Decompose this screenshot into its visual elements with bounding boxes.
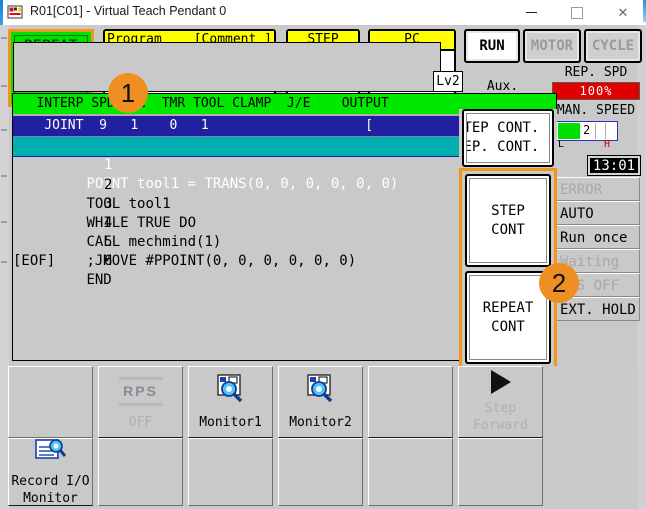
toolbar-cell-empty-3[interactable] (188, 438, 273, 506)
status-button-run-label: RUN (468, 33, 516, 59)
rep-speed-value: 100% (552, 82, 640, 100)
aux-label: Aux. (486, 78, 519, 94)
play-triangle-icon (490, 370, 511, 394)
status-item-error[interactable]: ERROR (556, 177, 640, 201)
toolbar-button-rps-off[interactable]: RPS OFF (98, 366, 183, 438)
title-bar: R01[C01] - Virtual Teach Pendant 0 ✕ (0, 0, 646, 26)
repeat-cont-button[interactable]: REPEAT CONT (465, 271, 551, 364)
rps-off-icon: RPS (118, 374, 163, 409)
toolbar-cell-empty-4[interactable] (278, 438, 363, 506)
toolbar-column-2: RPS OFF (98, 366, 183, 506)
annotation-badge-2: 2 (539, 263, 579, 303)
man-speed-fill (558, 123, 580, 139)
gauge-high-label: H (604, 139, 611, 150)
rps-icon-label: RPS (123, 382, 158, 399)
toolbar-cell-empty-5a[interactable] (368, 366, 453, 438)
rep-speed-label: REP. SPD (564, 65, 628, 80)
step-cont-button[interactable]: STEP CONT (465, 174, 551, 267)
cont-mode-header-line2: REP. CONT. (467, 139, 540, 155)
code-line-text: ;JMOVE #PPOINT(0, 0, 0, 0, 0, 0) (86, 253, 357, 269)
toolbar-label-rps-state: OFF (128, 414, 153, 430)
cont-mode-header-line1: STEP CONT. (467, 120, 540, 136)
close-button[interactable]: ✕ (600, 0, 646, 25)
toolbar-column-1: Record I/O Monitor (8, 366, 93, 506)
continuous-mode-popup: STEP CONT. REP. CONT. STEP CONT REPEAT C… (459, 109, 557, 371)
message-area (13, 42, 441, 92)
man-speed-label: MAN. SPEED (556, 103, 636, 118)
annotation-badge-1: 1 (108, 73, 148, 113)
toolbar-label-monitor1: Monitor1 (199, 414, 262, 430)
gauge-low-label: L (558, 139, 565, 150)
close-icon: ✕ (617, 4, 629, 20)
toolbar-label-line2: Monitor (23, 491, 78, 506)
toolbar-label-step: Step (484, 401, 517, 416)
toolbar-cell-empty-2[interactable] (98, 438, 183, 506)
window-title: R01[C01] - Virtual Teach Pendant 0 (30, 4, 227, 18)
toolbar-column-4: Monitor2 (278, 366, 363, 506)
window-magnifier-icon (304, 373, 338, 409)
status-button-cycle-label: CYCLE (588, 33, 638, 59)
document-magnifier-icon (34, 437, 68, 468)
cont-mode-header-button[interactable]: STEP CONT. REP. CONT. (462, 109, 554, 167)
toolbar-label-forward: Forward (473, 418, 528, 433)
minimize-icon (525, 11, 537, 14)
toolbar-cell-empty-6[interactable] (458, 438, 543, 506)
toolbar-cell-empty-1[interactable] (8, 366, 93, 438)
code-line-number: 6 (104, 253, 113, 269)
code-line-number: 1 (104, 157, 113, 173)
bottom-toolbar: Record I/O Monitor RPS OFF Monitor1 Moni… (8, 366, 638, 506)
step-cont-label-line2: CONT (491, 221, 525, 238)
code-line-text: POINT tool1 = TRANS(0, 0, 0, 0, 0, 0) (86, 176, 399, 192)
status-button-motor[interactable]: MOTOR (523, 29, 581, 63)
toolbar-button-record-io-monitor[interactable]: Record I/O Monitor (8, 438, 93, 506)
toolbar-label-line1: Record I/O (11, 474, 90, 489)
app-window: R01[C01] - Virtual Teach Pendant 0 ✕ REP… (0, 0, 646, 509)
window-magnifier-icon (214, 373, 248, 409)
maximize-icon (571, 6, 583, 19)
status-button-run[interactable]: RUN (464, 29, 520, 63)
toolbar-button-monitor1[interactable]: Monitor1 (188, 366, 273, 438)
teach-pendant-panel: REPEAT Program [Comment ] main [ (0, 25, 646, 509)
code-line-number: 3 (104, 196, 113, 212)
status-item-auto[interactable]: AUTO (556, 201, 640, 225)
code-line-number: 4 (104, 215, 113, 231)
toolbar-column-5 (368, 366, 453, 506)
code-line-number: 5 (104, 234, 113, 250)
status-button-cycle[interactable]: CYCLE (584, 29, 642, 63)
code-line-number: 2 (104, 177, 113, 193)
status-item-ext-hold[interactable]: EXT. HOLD (556, 297, 640, 321)
status-button-motor-label: MOTOR (527, 33, 577, 59)
clock-display: 13:01 (587, 155, 641, 176)
level-badge[interactable]: Lv2 (433, 71, 463, 92)
toolbar-label-monitor2: Monitor2 (289, 414, 352, 430)
maximize-button[interactable] (554, 0, 600, 25)
man-speed-gauge[interactable]: 2 (556, 121, 618, 141)
minimize-button[interactable] (508, 0, 554, 25)
status-item-run-once[interactable]: Run once (556, 225, 640, 249)
repeat-cont-label-line1: REPEAT (482, 299, 534, 316)
toolbar-button-step-forward[interactable]: Step Forward (458, 366, 543, 438)
code-line-text: END (86, 272, 112, 288)
toolbar-button-monitor2[interactable]: Monitor2 (278, 366, 363, 438)
repeat-cont-label-line2: CONT (491, 318, 525, 335)
window-edge-accent-left (0, 0, 3, 25)
toolbar-column-6: Step Forward (458, 366, 543, 506)
app-icon (7, 4, 23, 20)
cont-mode-selection-group: STEP CONT REPEAT CONT (459, 168, 557, 371)
step-cont-label-line1: STEP (491, 202, 525, 219)
toolbar-cell-empty-5b[interactable] (368, 438, 453, 506)
toolbar-column-3: Monitor1 (188, 366, 273, 506)
man-speed-value: 2 (583, 123, 591, 137)
